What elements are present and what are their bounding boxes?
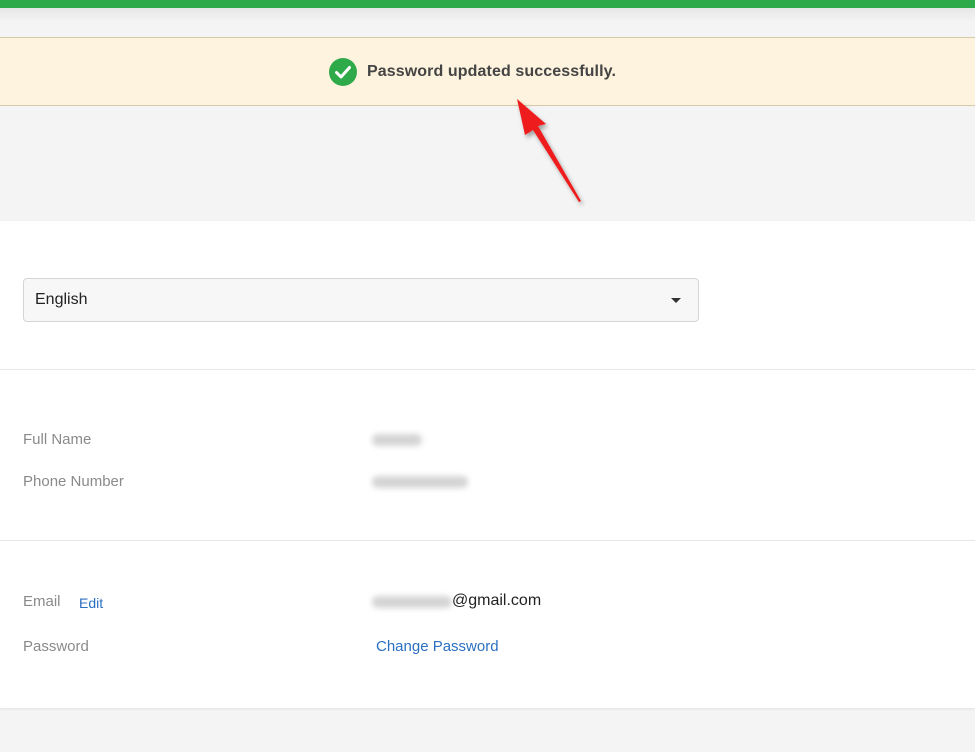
- success-toast: Password updated successfully.: [0, 37, 975, 106]
- toast-content: Password updated successfully.: [328, 57, 616, 86]
- check-circle-icon: [328, 57, 357, 86]
- language-section: English: [0, 221, 975, 370]
- settings-card: English Full Name Phone Number Email Edi…: [0, 221, 975, 708]
- profile-section: Full Name Phone Number: [0, 370, 975, 541]
- email-domain-value: @gmail.com: [452, 592, 542, 609]
- phone-number-value-redacted: [372, 476, 468, 488]
- red-arrow-annotation-icon: [517, 99, 581, 202]
- full-name-label: Full Name: [23, 431, 92, 448]
- top-brand-bar: [0, 0, 975, 8]
- email-label: Email: [23, 593, 61, 610]
- phone-number-label: Phone Number: [23, 473, 124, 490]
- change-password-link[interactable]: Change Password: [376, 638, 499, 655]
- header-shadow: [0, 8, 975, 22]
- password-label: Password: [23, 638, 89, 655]
- caret-down-icon: [671, 298, 681, 303]
- email-username-redacted: [372, 596, 452, 608]
- account-section: Email Edit @gmail.com Password Change Pa…: [0, 541, 975, 708]
- language-select[interactable]: English: [23, 278, 699, 322]
- toast-message: Password updated successfully.: [366, 62, 616, 80]
- email-edit-link[interactable]: Edit: [79, 595, 103, 611]
- full-name-value-redacted: [372, 434, 422, 446]
- language-selected-value: English: [35, 291, 88, 308]
